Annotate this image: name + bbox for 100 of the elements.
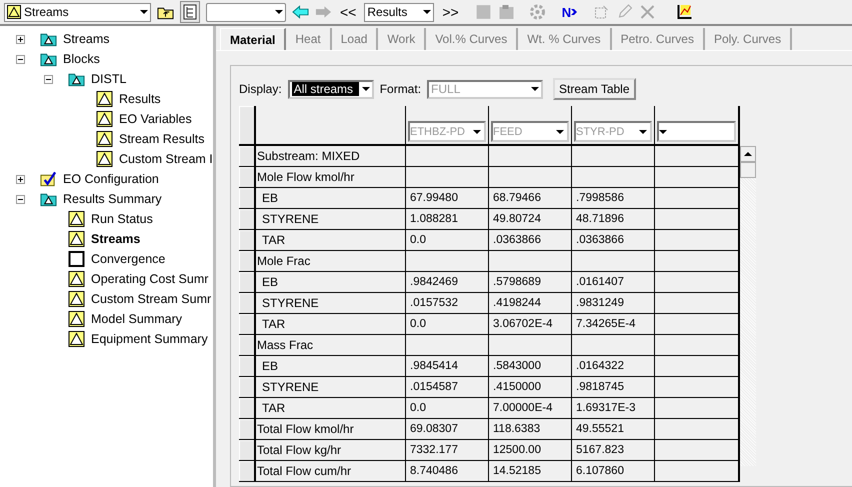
back-arrow-icon[interactable] [292, 4, 309, 20]
row-header[interactable] [239, 272, 256, 292]
table-cell: 7332.177 [410, 444, 458, 456]
caret-icon [275, 10, 283, 14]
folder-icon [40, 191, 57, 207]
row-label: EB [262, 191, 278, 205]
tree-item[interactable]: Stream Results [119, 132, 204, 146]
row-header[interactable] [239, 461, 256, 481]
caret-icon [556, 130, 564, 134]
caret-icon [639, 130, 647, 134]
row-header[interactable] [239, 314, 256, 334]
row-header[interactable] [239, 167, 256, 187]
tree-item[interactable]: EO Configuration [63, 172, 159, 186]
row-header[interactable] [239, 146, 256, 166]
table-cell: .0154587 [410, 381, 458, 393]
checked-folder-icon [40, 171, 57, 187]
caret-icon [531, 87, 540, 91]
table-cell: 48.71896 [576, 213, 624, 225]
tree-item[interactable]: Convergence [91, 252, 166, 266]
tree-item[interactable]: Custom Stream I [119, 152, 213, 166]
next-input-button[interactable]: N [560, 4, 580, 20]
table-cell: 7.34265E-4 [576, 318, 636, 330]
display-combo[interactable]: All streams [288, 80, 374, 98]
object-combo[interactable]: Streams [4, 2, 151, 22]
row-header[interactable] [239, 440, 256, 460]
tree-item[interactable]: Operating Cost Sumr [91, 272, 208, 286]
table-cell: 49.55521 [576, 423, 624, 435]
triangle-icon [7, 5, 21, 19]
arrow-icon [571, 8, 578, 16]
previous-button[interactable]: << [338, 4, 358, 20]
triangle-icon [68, 211, 85, 227]
results-combo[interactable]: Results [364, 2, 434, 22]
row-label: Mole Frac [257, 254, 310, 268]
tree-item[interactable]: Streams [91, 232, 140, 246]
next-button[interactable]: >> [440, 4, 461, 20]
table-cell: 67.99480 [410, 192, 458, 204]
triangle-icon [68, 311, 85, 327]
table-cell: 0.0 [410, 234, 426, 246]
row-header[interactable] [239, 188, 256, 208]
tree-item[interactable]: Streams [63, 32, 110, 46]
collapse-icon[interactable] [44, 74, 53, 84]
chart-icon[interactable] [676, 4, 694, 20]
table-cell: 5167.823 [576, 444, 624, 456]
table-cell: .0363866 [493, 234, 541, 246]
row-header[interactable] [239, 335, 256, 355]
scrollbar[interactable] [740, 146, 756, 466]
expand-icon[interactable] [16, 34, 25, 44]
row-header[interactable] [239, 293, 256, 313]
table-cell: .9845414 [410, 360, 458, 372]
tree-item[interactable]: Equipment Summary [91, 332, 208, 346]
row-header[interactable] [239, 230, 256, 250]
row-header[interactable] [239, 209, 256, 229]
row-label: TAR [262, 401, 286, 415]
collapse-icon[interactable] [16, 54, 25, 64]
row-header[interactable] [239, 398, 256, 418]
tree-view-button[interactable] [180, 1, 200, 23]
tree-item[interactable]: Results [119, 92, 161, 106]
table-cell: 118.6383 [493, 423, 540, 435]
row-header[interactable] [239, 419, 256, 439]
triangle-icon [68, 271, 85, 287]
table-cell: 0.0 [410, 318, 426, 330]
expand-icon[interactable] [16, 174, 25, 184]
tree-item[interactable]: Custom Stream Sumr [91, 292, 212, 306]
stream-table-button[interactable]: Stream Table [553, 78, 636, 100]
up-arrow-icon[interactable] [744, 152, 752, 156]
row-label: STYRENE [262, 380, 319, 394]
empty-square-icon [68, 251, 85, 267]
tree-item[interactable]: Run Status [91, 212, 153, 226]
collapse-icon[interactable] [16, 194, 25, 204]
row-label: Total Flow cum/hr [257, 464, 352, 478]
tab[interactable]: Material [220, 28, 286, 50]
stream-combo[interactable] [657, 121, 736, 142]
tree-item[interactable]: Model Summary [91, 312, 182, 326]
triangle-icon [68, 231, 85, 247]
table-cell: .4198244 [493, 297, 541, 309]
tree-item[interactable]: Blocks [63, 52, 100, 66]
folder-icon [40, 51, 57, 67]
table-cell: 3.06702E-4 [493, 318, 552, 330]
row-header[interactable] [239, 251, 256, 271]
row-label: EB [262, 275, 278, 289]
scroll-thumb[interactable] [740, 162, 756, 178]
table-cell: .5798689 [493, 276, 541, 288]
table-cell: 68.79466 [493, 192, 541, 204]
tree-item[interactable]: DISTL [91, 72, 126, 86]
table-cell: 7.00000E-4 [493, 402, 552, 414]
row-label: Total Flow kmol/hr [257, 422, 354, 436]
row-header[interactable] [239, 377, 256, 397]
triangle-icon [96, 91, 113, 107]
table-cell: .9842469 [410, 276, 458, 288]
navigation-combo[interactable] [206, 2, 286, 22]
row-label: TAR [262, 233, 286, 247]
triangle-icon [96, 111, 113, 127]
table-cell: 69.08307 [410, 423, 458, 435]
row-header[interactable] [239, 356, 256, 376]
tree-item[interactable]: EO Variables [119, 112, 192, 126]
row-label: STYRENE [262, 296, 319, 310]
tree-item[interactable]: Results Summary [63, 192, 162, 206]
folder-icon [68, 71, 85, 87]
table-cell: 49.80724 [493, 213, 541, 225]
row-label: Mole Flow kmol/hr [257, 170, 354, 184]
